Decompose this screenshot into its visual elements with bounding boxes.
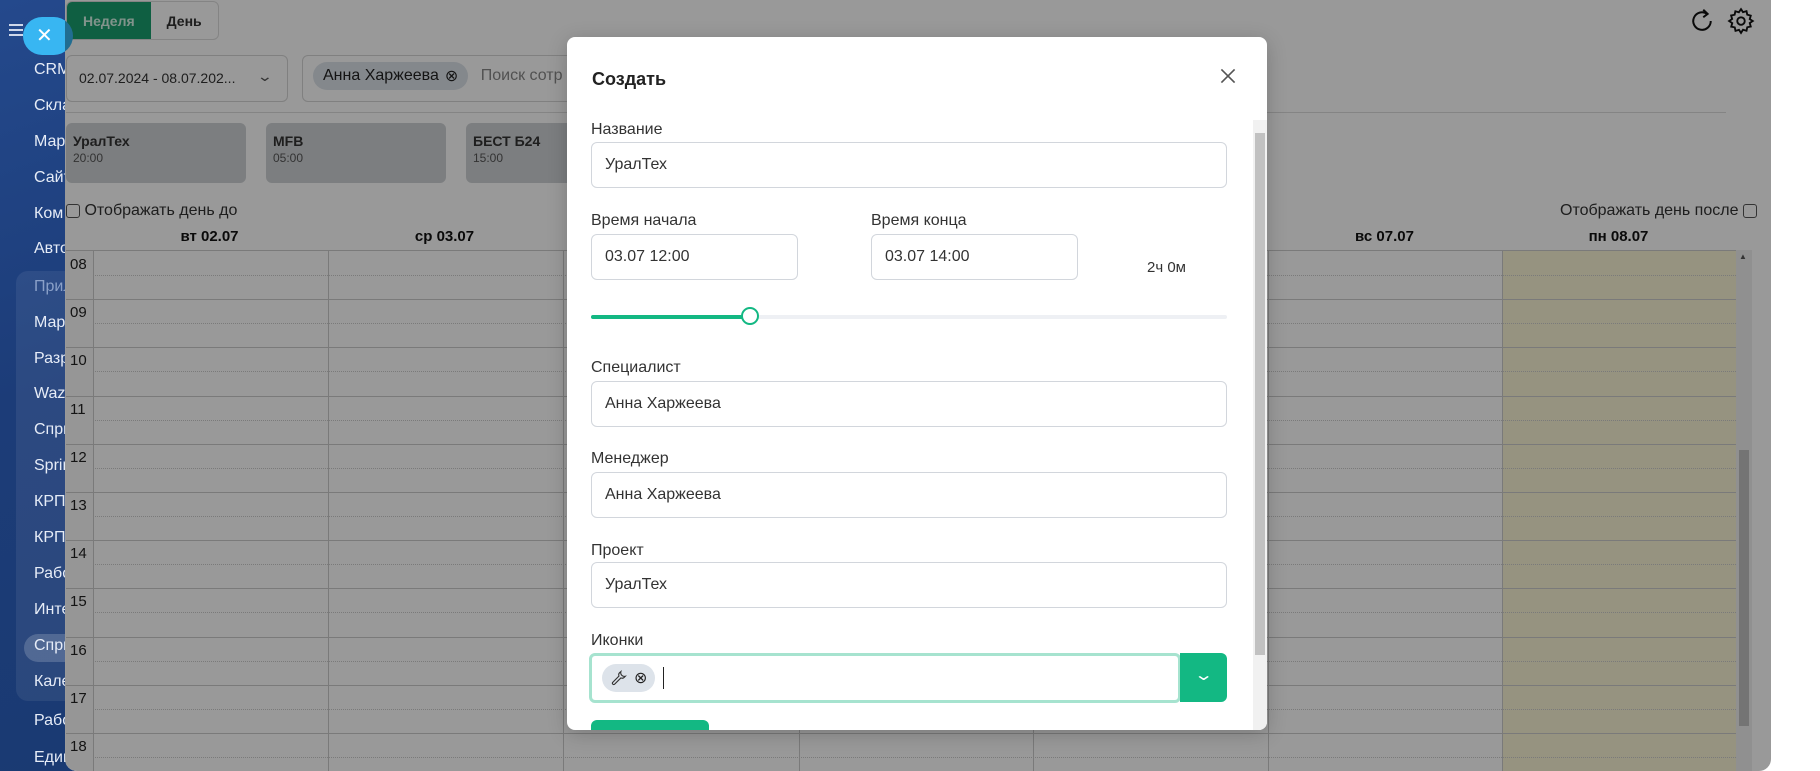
- manager-label: Менеджер: [591, 450, 669, 467]
- specialist-input[interactable]: Анна Харжеева: [591, 381, 1227, 427]
- wrench-icon: [611, 670, 627, 686]
- remove-icon-chip-icon[interactable]: ⊗: [634, 668, 647, 688]
- sidebar-item[interactable]: Разр: [34, 350, 69, 368]
- create-modal: Создать Название УралТех Время начала 03…: [567, 37, 1267, 730]
- end-time-input[interactable]: 03.07 14:00: [871, 234, 1078, 280]
- duration-label: 2ч 0м: [1147, 259, 1186, 276]
- sidebar-item[interactable]: Авто: [34, 240, 69, 258]
- menu-icon[interactable]: [9, 24, 23, 36]
- chevron-down-icon: ⌄: [1193, 667, 1214, 684]
- manager-input[interactable]: Анна Харжеева: [591, 472, 1227, 518]
- icons-label: Иконки: [591, 632, 644, 649]
- project-label: Проект: [591, 542, 644, 559]
- modal-title: Создать: [592, 69, 667, 89]
- icons-multiselect[interactable]: ⊗: [589, 653, 1181, 703]
- slider-fill: [591, 315, 750, 319]
- start-time-input[interactable]: 03.07 12:00: [591, 234, 798, 280]
- icons-dropdown-button[interactable]: ⌄: [1180, 653, 1227, 702]
- project-input[interactable]: УралТех: [591, 562, 1227, 608]
- icon-chip: ⊗: [602, 664, 656, 692]
- sidebar-item[interactable]: Мар: [34, 314, 65, 332]
- submit-button[interactable]: [591, 720, 709, 730]
- start-label: Время начала: [591, 212, 697, 229]
- scrollbar-thumb[interactable]: [1255, 133, 1265, 655]
- duration-slider[interactable]: [591, 307, 1227, 325]
- close-icon[interactable]: [1217, 65, 1239, 87]
- end-label: Время конца: [871, 212, 967, 229]
- sidebar-item[interactable]: Ком: [34, 205, 63, 223]
- sidebar-item[interactable]: Мар: [34, 133, 65, 151]
- slider-handle[interactable]: [741, 307, 759, 325]
- name-input[interactable]: УралТех: [591, 142, 1227, 188]
- modal-scrollbar[interactable]: [1253, 120, 1267, 730]
- sidebar-item[interactable]: КРП: [34, 493, 66, 511]
- text-cursor: [663, 667, 665, 689]
- specialist-label: Специалист: [591, 359, 681, 376]
- name-label: Название: [591, 121, 663, 138]
